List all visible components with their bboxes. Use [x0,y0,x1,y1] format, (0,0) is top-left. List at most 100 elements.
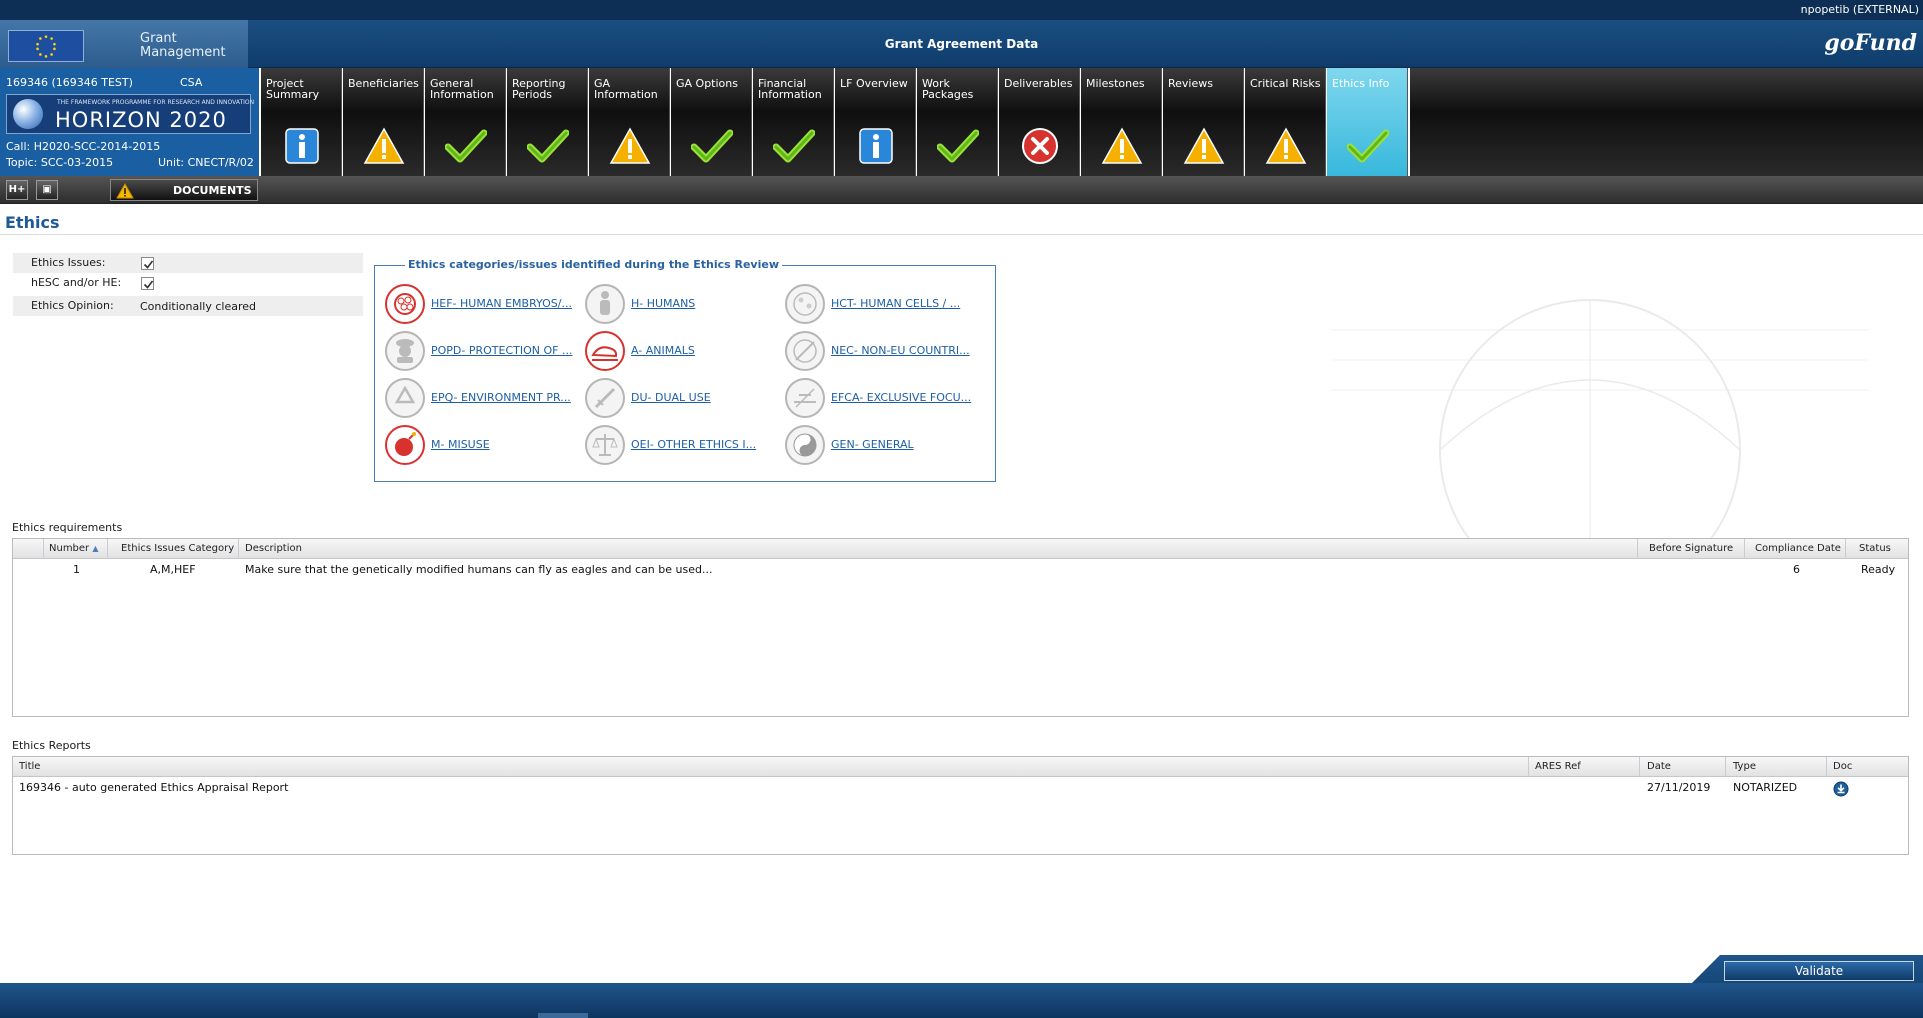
page-title: Ethics [5,213,60,232]
tab-deliverables[interactable]: Deliverables [999,68,1080,176]
hesc-row: hESC and/or HE: [13,273,363,293]
requirements-section-label: Ethics requirements [12,521,123,534]
footer-bar [0,983,1923,1018]
warning-icon [363,126,405,166]
project-unit: Unit: CNECT/R/02 [158,156,254,169]
category-link[interactable]: DU- DUAL USE [631,391,711,404]
project-id: 169346 (169346 TEST) [6,76,133,89]
column-separator [1637,539,1638,559]
col-ares-ref[interactable]: ARES Ref [1535,761,1581,772]
download-icon[interactable] [1833,781,1849,797]
category-link[interactable]: A- ANIMALS [631,344,695,357]
report-type: NOTARIZED [1733,781,1798,794]
category-link[interactable]: NEC- NON-EU COUNTRI... [831,344,970,357]
col-description[interactable]: Description [245,543,302,554]
tab-ethics-info[interactable]: Ethics Info [1327,68,1408,176]
category-link[interactable]: EPQ- ENVIRONMENT PR... [431,391,571,404]
category-link[interactable]: POPD- PROTECTION OF ... [431,344,572,357]
column-separator [1826,757,1827,777]
recycle-icon [385,378,425,418]
hesc-checkbox[interactable] [141,277,154,290]
tab-milestones[interactable]: Milestones [1081,68,1162,176]
tab-critical-risks[interactable]: Critical Risks [1245,68,1326,176]
tab-project-summary[interactable]: Project Summary [261,68,342,176]
col-date[interactable]: Date [1647,761,1671,772]
category-link[interactable]: OEI- OTHER ETHICS I... [631,438,756,451]
ethics-opinion-label: Ethics Opinion: [31,299,114,312]
warning-icon [1101,126,1143,166]
tab-label: Work Packages [922,77,974,101]
tab-label: GA Information [594,77,658,101]
reports-header: Title ARES Ref Date Type Doc [13,757,1908,777]
category-link[interactable]: H- HUMANS [631,297,695,310]
tab-beneficiaries[interactable]: Beneficiaries [343,68,424,176]
col-doc[interactable]: Doc [1833,761,1852,772]
divider [0,234,1923,235]
col-status[interactable]: Status [1859,543,1891,554]
user-label[interactable]: npopetib (EXTERNAL) [1801,3,1919,16]
check-icon [143,280,154,289]
globe-logo-icon [13,99,43,129]
sort-asc-icon: ▲ [92,544,99,553]
categories-legend: Ethics categories/issues identified duri… [405,258,782,271]
checkmark-icon [936,126,980,166]
tab-general-information[interactable]: General Information [425,68,506,176]
tab-ga-information[interactable]: GA Information [589,68,670,176]
info-icon [855,126,897,166]
print-button[interactable]: ▣ [36,180,58,200]
col-title[interactable]: Title [19,761,40,772]
footer-tab[interactable] [538,1013,588,1018]
bomb-icon [385,425,425,465]
programme-banner: THE FRAMEWORK PROGRAMME FOR RESEARCH AND… [6,94,255,134]
category-link[interactable]: HEF- HUMAN EMBRYOS/... [431,297,572,310]
col-compliance-date[interactable]: Compliance Date [1755,543,1841,554]
tab-label: GA Options [676,77,738,90]
col-category[interactable]: Ethics Issues Category [121,543,234,554]
req-category: A,M,HEF [150,563,196,576]
tab-reviews[interactable]: Reviews [1163,68,1244,176]
reports-table: Title ARES Ref Date Type Doc 169346 - au… [12,756,1909,855]
hesc-label: hESC and/or HE: [31,276,122,289]
section-tabs: Project Summary Beneficiaries General Info… [261,68,1409,176]
category-link[interactable]: M- MISUSE [431,438,490,451]
ethics-issues-row: Ethics Issues: [13,253,363,273]
category-link[interactable]: EFCA- EXCLUSIVE FOCU... [831,391,971,404]
warning-icon [116,183,134,199]
tab-label: Project Summary [266,77,320,101]
checkmark-icon [772,126,816,166]
tab-financial-information[interactable]: Financial Information [753,68,834,176]
checkmark-icon [690,126,734,166]
spy-icon [385,331,425,371]
tab-ga-options[interactable]: GA Options [671,68,752,176]
category-link[interactable]: HCT- HUMAN CELLS / ... [831,297,960,310]
col-number[interactable]: Number ▲ [49,543,99,554]
programme-name: HORIZON 2020 [55,108,227,132]
programme-subtitle: THE FRAMEWORK PROGRAMME FOR RESEARCH AND… [57,99,255,106]
tab-label: Critical Risks [1250,77,1321,90]
column-separator [1845,539,1846,559]
col-type[interactable]: Type [1733,761,1756,772]
toolbar: H+ ▣ DOCUMENTS [0,176,1923,204]
documents-label: DOCUMENTS [173,184,252,197]
gofund-logo: goFund [1824,30,1917,56]
col-before-signature[interactable]: Before Signature [1649,543,1733,554]
column-separator [1528,757,1529,777]
tab-label: Milestones [1086,77,1145,90]
project-topic: Topic: SCC-03-2015 [6,156,114,169]
ethics-issues-checkbox[interactable] [141,257,154,270]
warning-icon [1265,126,1307,166]
checkmark-icon [444,126,488,166]
error-icon [1019,126,1061,166]
expand-button[interactable]: H+ [6,180,28,200]
category-link[interactable]: GEN- GENERAL [831,438,914,451]
checkmark-icon [526,126,570,166]
tab-work-packages[interactable]: Work Packages [917,68,998,176]
tab-reporting-periods[interactable]: Reporting Periods [507,68,588,176]
tabs-filler [1410,68,1923,176]
sword-icon [585,378,625,418]
embryo-icon [385,284,425,324]
tab-lf-overview[interactable]: LF Overview [835,68,916,176]
validate-button[interactable]: Validate [1724,961,1914,981]
documents-button[interactable]: DOCUMENTS [110,179,258,201]
column-separator [107,539,108,559]
